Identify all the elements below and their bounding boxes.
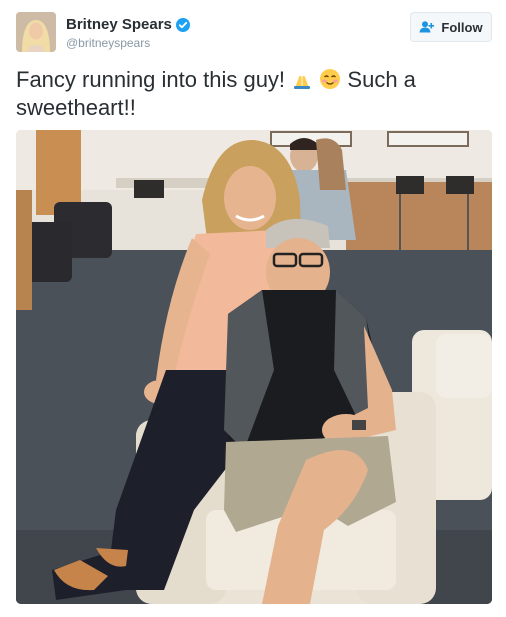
follow-button[interactable]: Follow bbox=[410, 12, 492, 42]
add-user-icon bbox=[419, 21, 435, 33]
photo-image bbox=[16, 130, 492, 604]
folded-hands-emoji bbox=[291, 68, 313, 90]
display-name[interactable]: Britney Spears bbox=[66, 16, 172, 33]
follow-label: Follow bbox=[441, 19, 483, 35]
tweet-photo[interactable] bbox=[16, 130, 492, 604]
user-handle[interactable]: @britneyspears bbox=[66, 36, 150, 50]
tweet-text-part1: Fancy running into this guy! bbox=[16, 67, 286, 92]
verified-badge-icon bbox=[175, 17, 190, 32]
author-name-row[interactable]: Britney Spears bbox=[66, 16, 190, 33]
tweet-text: Fancy running into this guy! Such a swee… bbox=[16, 66, 486, 122]
avatar-image bbox=[16, 12, 56, 52]
smiling-face-emoji bbox=[319, 68, 341, 90]
avatar[interactable] bbox=[16, 12, 56, 52]
